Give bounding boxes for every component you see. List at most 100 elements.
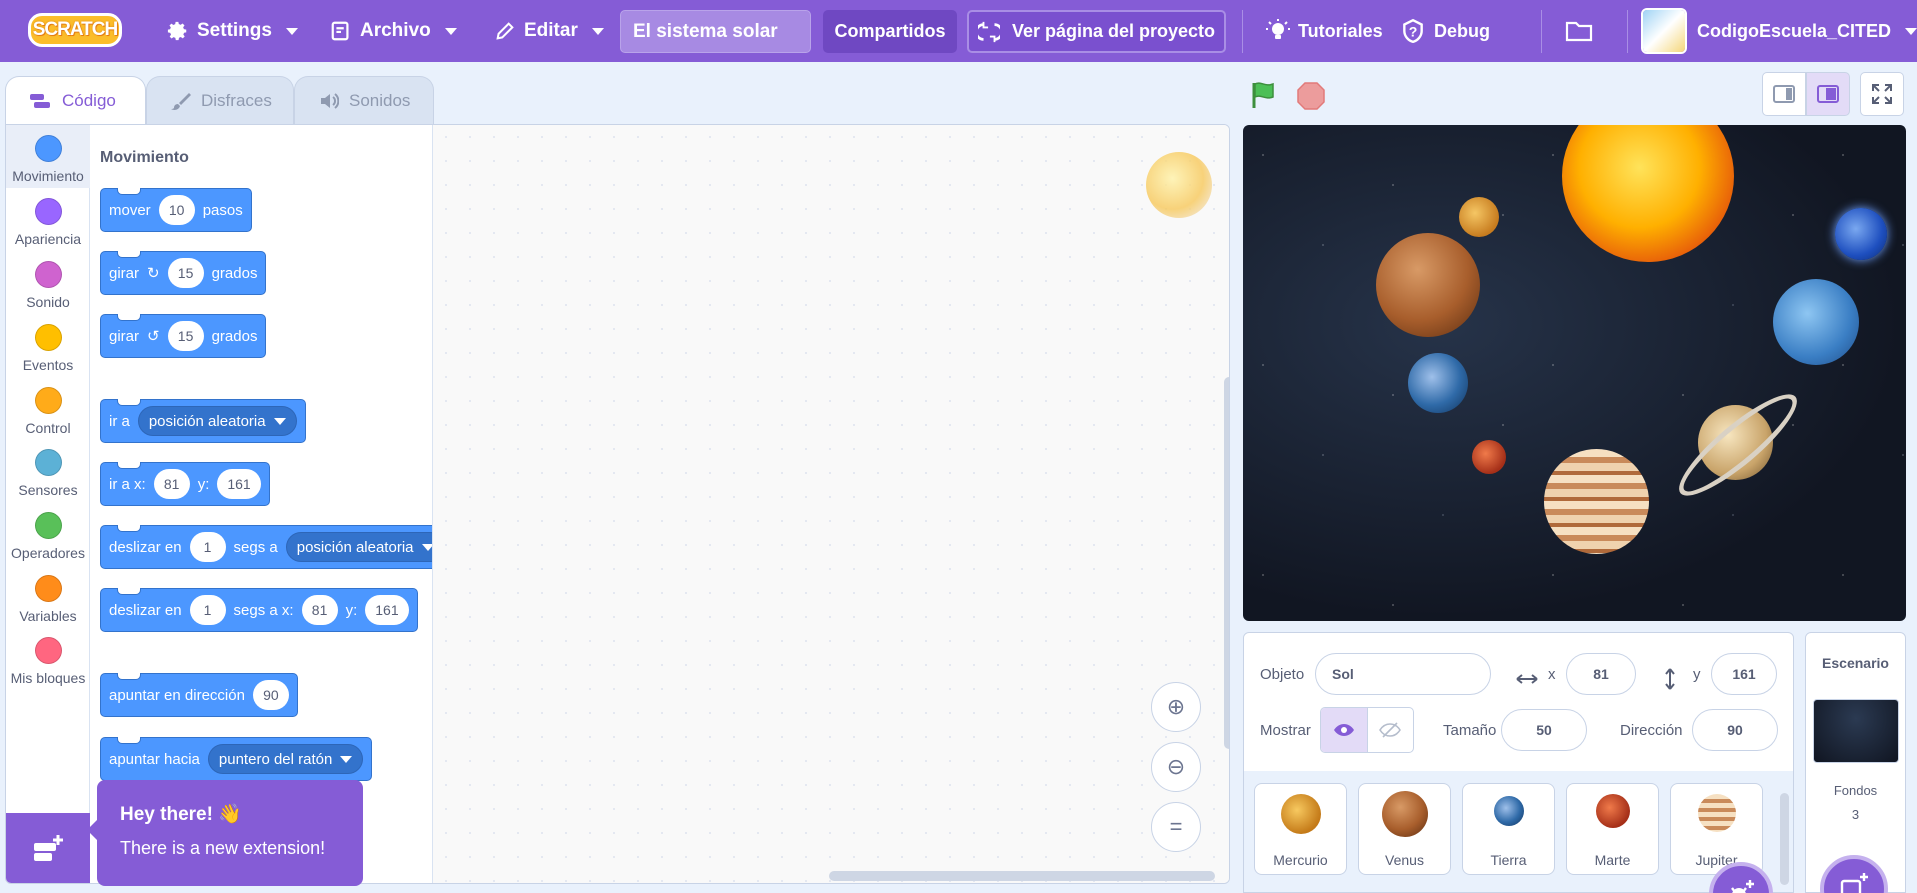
block-go-to-xy[interactable]: ir a x: 81 y: 161 xyxy=(100,462,270,506)
small-stage-button[interactable] xyxy=(1762,72,1806,116)
tab-sounds[interactable]: Sonidos xyxy=(294,76,434,124)
stop-icon[interactable] xyxy=(1297,82,1325,110)
zoom-reset-icon: = xyxy=(1169,814,1183,839)
block-input[interactable]: 90 xyxy=(252,680,289,710)
block-dropdown[interactable]: posición aleatoria xyxy=(285,532,432,562)
file-menu[interactable]: Archivo xyxy=(330,0,457,62)
category-operators[interactable]: Operadores xyxy=(6,512,90,561)
block-text: y: xyxy=(345,601,358,619)
block-input[interactable]: 81 xyxy=(301,595,338,625)
category-variables[interactable]: Variables xyxy=(6,575,90,624)
block-point-direction[interactable]: apuntar en dirección 90 xyxy=(100,673,298,717)
tutorials-button[interactable]: Tutoriales xyxy=(1266,0,1383,62)
block-point-towards[interactable]: apuntar hacia puntero del ratón xyxy=(100,737,373,781)
mercury-sprite[interactable] xyxy=(1459,197,1499,237)
block-dropdown[interactable]: puntero del ratón xyxy=(207,744,364,774)
debug-button[interactable]: ? Debug xyxy=(1400,0,1490,62)
block-text: girar xyxy=(109,327,140,345)
category-motion[interactable]: Movimiento xyxy=(6,125,90,188)
category-control[interactable]: Control xyxy=(6,387,90,436)
sprite-tile-mercurio[interactable]: Mercurio xyxy=(1254,783,1347,875)
sprite-tile-jupiter[interactable]: Jupiter xyxy=(1670,783,1763,875)
block-turn-right[interactable]: girar ↻ 15 grados xyxy=(100,251,267,295)
category-label: Apariencia xyxy=(14,231,82,247)
x-input[interactable]: 81 xyxy=(1566,653,1636,695)
new-extension-tooltip[interactable]: Hey there! 👋 There is a new extension! xyxy=(87,780,363,886)
avatar[interactable] xyxy=(1641,8,1687,54)
zoom-in-button[interactable]: ⊕ xyxy=(1151,682,1201,732)
jupiter-sprite[interactable] xyxy=(1544,449,1649,554)
account-menu[interactable]: CodigoEscuela_CITED xyxy=(1697,0,1917,62)
backdrop-thumbnail xyxy=(1813,699,1899,763)
large-stage-button[interactable] xyxy=(1806,72,1850,116)
stage-canvas[interactable] xyxy=(1243,125,1906,621)
earth-sprite[interactable] xyxy=(1408,353,1468,413)
menu-divider xyxy=(1627,10,1628,53)
block-input[interactable]: 161 xyxy=(365,595,409,625)
share-button[interactable]: Compartidos xyxy=(823,10,957,53)
pencil-icon xyxy=(496,22,514,40)
sprite-tile-marte[interactable]: Marte xyxy=(1566,783,1659,875)
fullscreen-button[interactable] xyxy=(1860,72,1904,116)
neptune-sprite[interactable] xyxy=(1835,208,1887,260)
project-title-input[interactable]: El sistema solar xyxy=(620,10,811,53)
sprite-list-scrollbar[interactable] xyxy=(1780,793,1789,885)
block-input[interactable]: 15 xyxy=(167,321,204,351)
fullscreen-icon xyxy=(1872,84,1892,104)
stage-target-panel[interactable]: Escenario Fondos 3 xyxy=(1805,632,1906,893)
sprite-tile-venus[interactable]: Venus xyxy=(1358,783,1451,875)
brush-icon xyxy=(171,92,191,110)
add-extension-button[interactable] xyxy=(6,813,90,883)
object-label: Objeto xyxy=(1260,666,1305,683)
block-input[interactable]: 81 xyxy=(153,469,190,499)
tab-code[interactable]: Código xyxy=(5,76,146,124)
block-input[interactable]: 1 xyxy=(189,595,226,625)
block-input[interactable]: 15 xyxy=(167,258,204,288)
block-text: segs a x: xyxy=(233,601,294,619)
category-sensing[interactable]: Sensores xyxy=(6,449,90,498)
category-my-blocks[interactable]: Mis bloques xyxy=(6,637,90,686)
chevron-down-icon xyxy=(421,543,432,551)
block-dropdown[interactable]: posición aleatoria xyxy=(137,406,297,436)
block-glide-to[interactable]: deslizar en 1 segs a posición aleatoria xyxy=(100,525,432,569)
edit-menu[interactable]: Editar xyxy=(494,0,604,62)
hide-sprite-button[interactable] xyxy=(1366,708,1414,752)
zoom-out-button[interactable]: ⊖ xyxy=(1151,742,1201,792)
sprite-name-input[interactable]: Sol xyxy=(1315,653,1491,695)
scratch-logo[interactable]: SCRATCH xyxy=(28,13,122,47)
venus-sprite[interactable] xyxy=(1376,233,1480,337)
script-workspace[interactable]: ⊕ ⊖ = xyxy=(434,125,1229,883)
size-input[interactable]: 50 xyxy=(1501,709,1587,751)
see-project-page-button[interactable]: Ver página del proyecto xyxy=(967,10,1226,53)
block-input[interactable]: 161 xyxy=(217,469,261,499)
block-input[interactable]: 10 xyxy=(158,195,195,225)
block-glide-to-xy[interactable]: deslizar en 1 segs a x: 81 y: 161 xyxy=(100,588,418,632)
settings-menu[interactable]: Settings xyxy=(167,0,298,62)
gear-icon xyxy=(167,21,187,41)
y-input[interactable]: 161 xyxy=(1711,653,1777,695)
sprite-tile-label: Venus xyxy=(1385,852,1424,868)
debug-icon: ? xyxy=(1403,18,1423,44)
green-flag-icon[interactable] xyxy=(1249,80,1279,110)
category-looks[interactable]: Apariencia xyxy=(6,198,90,247)
block-go-to[interactable]: ir a posición aleatoria xyxy=(100,399,306,443)
category-sound[interactable]: Sonido xyxy=(6,261,90,310)
category-label: Variables xyxy=(19,608,77,624)
sprite-tile-tierra[interactable]: Tierra xyxy=(1462,783,1555,875)
block-move-steps[interactable]: mover 10 pasos xyxy=(100,188,252,232)
workspace-horizontal-scrollbar[interactable] xyxy=(829,871,1215,881)
category-dot xyxy=(34,575,62,602)
my-stuff-button[interactable] xyxy=(1565,0,1593,62)
tab-costumes[interactable]: Disfraces xyxy=(146,76,294,124)
block-text: apuntar en dirección xyxy=(109,686,245,704)
block-turn-left[interactable]: girar ↺ 15 grados xyxy=(100,314,267,358)
show-sprite-button[interactable] xyxy=(1321,708,1367,752)
uranus-sprite[interactable] xyxy=(1773,279,1859,365)
mars-sprite[interactable] xyxy=(1472,440,1506,474)
choose-backdrop-button[interactable] xyxy=(1820,855,1888,893)
direction-input[interactable]: 90 xyxy=(1692,709,1778,751)
zoom-reset-button[interactable]: = xyxy=(1151,802,1201,852)
category-events[interactable]: Eventos xyxy=(6,324,90,373)
block-input[interactable]: 1 xyxy=(189,532,226,562)
workspace-vertical-scrollbar[interactable] xyxy=(1224,377,1229,749)
